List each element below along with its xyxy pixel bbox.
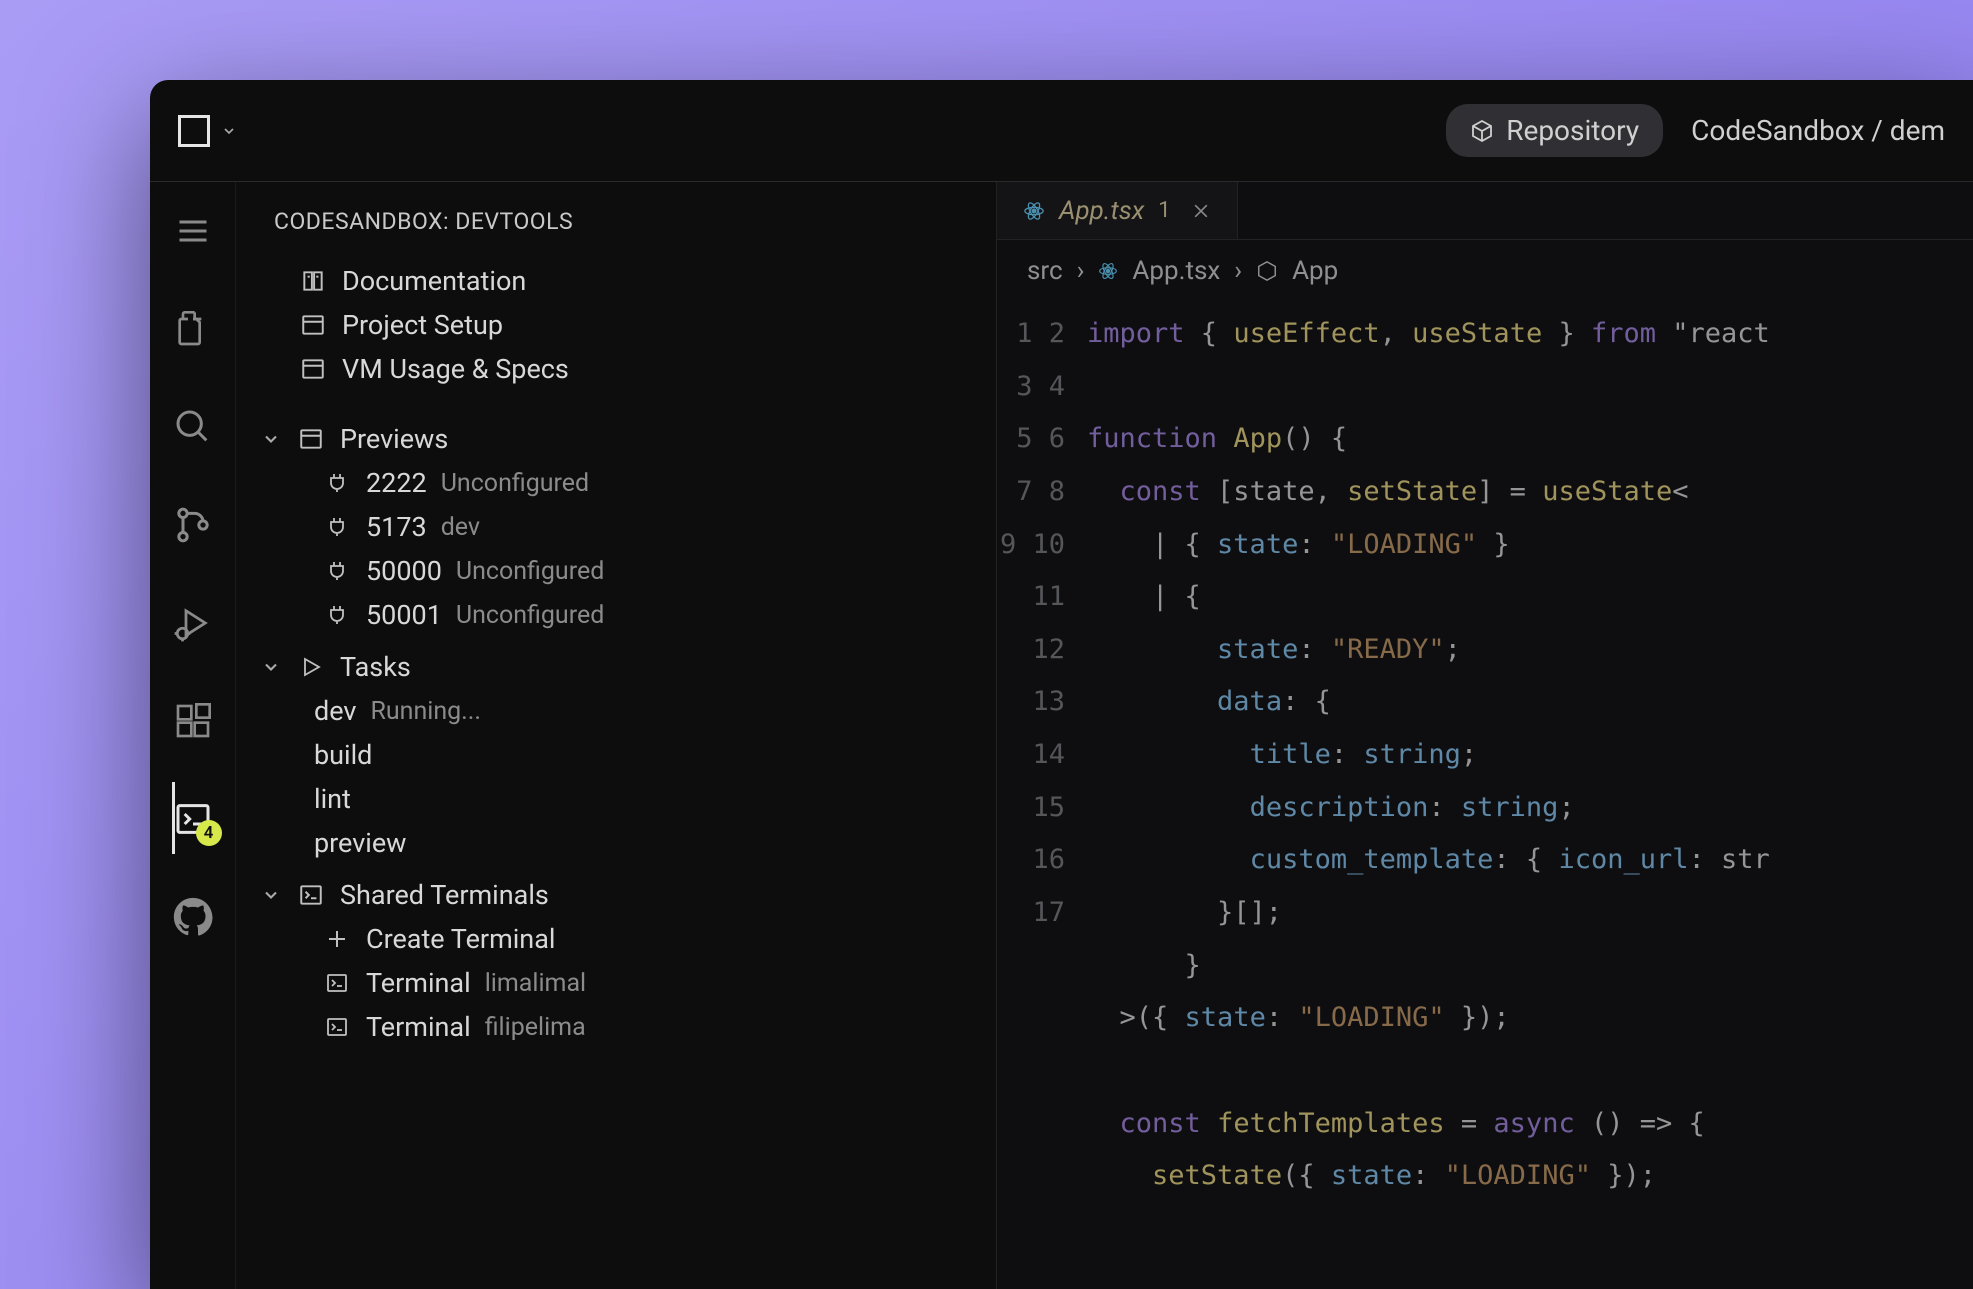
layout-icon <box>298 310 328 340</box>
book-icon <box>298 266 328 296</box>
tab-filename: App.tsx <box>1059 196 1144 226</box>
port-number: 5173 <box>366 511 427 543</box>
link-documentation[interactable]: Documentation <box>236 259 996 303</box>
plus-icon <box>322 924 352 954</box>
task-name: build <box>314 739 372 771</box>
react-file-icon <box>1023 200 1045 222</box>
section-label: Tasks <box>340 651 411 683</box>
plug-icon <box>322 468 352 498</box>
terminal-user: filipelima <box>485 1013 586 1042</box>
chevron-right-icon: › <box>1234 256 1242 286</box>
editor-breadcrumbs[interactable]: src › App.tsx › App <box>997 240 1973 302</box>
section-label: Previews <box>340 423 448 455</box>
port-status: Unconfigured <box>441 469 589 498</box>
main-body: 4 CODESANDBOX: DEVTOOLS Documentation Pr… <box>150 182 1973 1289</box>
app-window: Repository CodeSandbox / dem <box>150 80 1973 1289</box>
link-label: VM Usage & Specs <box>342 353 569 385</box>
port-number: 50001 <box>366 599 442 631</box>
chevron-down-icon <box>260 884 282 906</box>
activity-bar: 4 <box>150 182 236 1289</box>
title-bar: Repository CodeSandbox / dem <box>150 80 1973 182</box>
terminal-icon <box>322 968 352 998</box>
panel-title: CODESANDBOX: DEVTOOLS <box>236 208 996 259</box>
task-row[interactable]: preview <box>236 821 996 865</box>
preview-port[interactable]: 2222 Unconfigured <box>236 461 996 505</box>
github-icon[interactable] <box>172 896 214 938</box>
repository-pill[interactable]: Repository <box>1446 104 1663 157</box>
section-previews[interactable]: Previews <box>236 417 996 461</box>
task-name: lint <box>314 783 351 815</box>
workspace-breadcrumb[interactable]: CodeSandbox / dem <box>1691 114 1945 147</box>
run-debug-icon[interactable] <box>172 602 214 644</box>
preview-port[interactable]: 50001 Unconfigured <box>236 593 996 637</box>
app-logo-icon <box>178 115 210 147</box>
terminal-name: Terminal <box>366 967 471 999</box>
port-number: 50000 <box>366 555 442 587</box>
chevron-right-icon: › <box>1077 256 1085 286</box>
editor-tab[interactable]: App.tsx 1 <box>997 182 1238 239</box>
code-content: import { useEffect, useState } from "rea… <box>1087 308 1973 1289</box>
section-terminals[interactable]: Shared Terminals <box>236 873 996 917</box>
codesandbox-devtools-icon[interactable]: 4 <box>172 798 214 840</box>
terminal-icon <box>322 1012 352 1042</box>
task-row[interactable]: build <box>236 733 996 777</box>
code-editor[interactable]: 1 2 3 4 5 6 7 8 9 10 11 12 13 14 15 16 1… <box>997 302 1973 1289</box>
terminal-row[interactable]: Terminal filipelima <box>236 1005 996 1049</box>
close-icon[interactable] <box>1191 201 1211 221</box>
breadcrumb-folder: src <box>1027 256 1063 286</box>
tab-modified-indicator: 1 <box>1158 198 1170 223</box>
task-row[interactable]: lint <box>236 777 996 821</box>
task-row[interactable]: dev Running... <box>236 689 996 733</box>
preview-port[interactable]: 50000 Unconfigured <box>236 549 996 593</box>
chevron-down-icon <box>260 428 282 450</box>
repository-label: Repository <box>1506 114 1639 147</box>
search-icon[interactable] <box>172 406 214 448</box>
editor-area: App.tsx 1 src › App.tsx › App <box>996 182 1973 1289</box>
link-label: Project Setup <box>342 309 503 341</box>
symbol-icon <box>1256 260 1278 282</box>
breadcrumb-symbol: App <box>1292 256 1338 286</box>
section-tasks[interactable]: Tasks <box>236 645 996 689</box>
port-status: Unconfigured <box>456 601 604 630</box>
task-name: dev <box>314 695 356 727</box>
create-terminal[interactable]: Create Terminal <box>236 917 996 961</box>
link-project-setup[interactable]: Project Setup <box>236 303 996 347</box>
tab-strip: App.tsx 1 <box>997 182 1973 240</box>
menu-icon[interactable] <box>172 210 214 252</box>
plug-icon <box>322 556 352 586</box>
plug-icon <box>322 512 352 542</box>
port-number: 2222 <box>366 467 427 499</box>
breadcrumb-file: App.tsx <box>1132 256 1220 286</box>
terminal-icon <box>296 880 326 910</box>
link-label: Documentation <box>342 265 526 297</box>
terminal-user: limalimal <box>485 969 586 998</box>
source-control-icon[interactable] <box>172 504 214 546</box>
layout-icon <box>298 354 328 384</box>
port-status: dev <box>441 513 480 542</box>
task-status: Running... <box>370 697 481 726</box>
terminal-name: Terminal <box>366 1011 471 1043</box>
explorer-icon[interactable] <box>172 308 214 350</box>
react-file-icon <box>1098 261 1118 281</box>
package-icon <box>1470 119 1494 143</box>
app-menu[interactable] <box>178 115 238 147</box>
notification-badge: 4 <box>196 820 222 846</box>
extensions-icon[interactable] <box>172 700 214 742</box>
section-label: Shared Terminals <box>340 879 549 911</box>
play-icon <box>296 652 326 682</box>
plug-icon <box>322 600 352 630</box>
task-name: preview <box>314 827 406 859</box>
link-vm-usage[interactable]: VM Usage & Specs <box>236 347 996 391</box>
line-number-gutter: 1 2 3 4 5 6 7 8 9 10 11 12 13 14 15 16 1… <box>997 308 1087 1289</box>
port-status: Unconfigured <box>456 557 604 586</box>
terminal-row[interactable]: Terminal limalimal <box>236 961 996 1005</box>
chevron-down-icon <box>260 656 282 678</box>
layout-icon <box>296 424 326 454</box>
chevron-down-icon <box>220 122 238 140</box>
preview-port[interactable]: 5173 dev <box>236 505 996 549</box>
create-terminal-label: Create Terminal <box>366 923 555 955</box>
devtools-panel: CODESANDBOX: DEVTOOLS Documentation Proj… <box>236 182 996 1289</box>
